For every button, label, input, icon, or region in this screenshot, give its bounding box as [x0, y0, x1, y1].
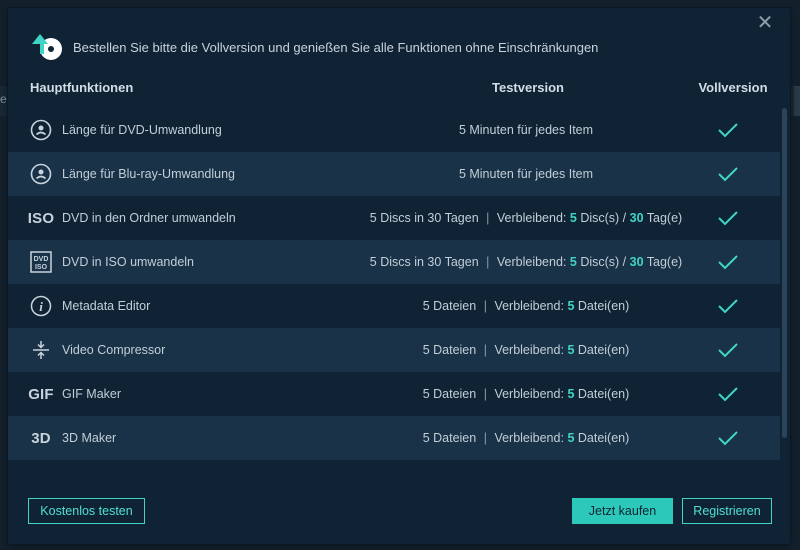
buy-now-button[interactable]: Jetzt kaufen: [572, 498, 673, 524]
disc-person-icon: [28, 117, 54, 143]
table-row: Länge für Blu-ray-Umwandlung 5 Minuten f…: [8, 152, 780, 196]
feature-name: DVD in ISO umwandeln: [62, 255, 195, 269]
close-icon[interactable]: ✕: [754, 12, 776, 34]
table-row: GIF GIF Maker 5 Dateien | Verbleibend: 5…: [8, 372, 780, 416]
separator: |: [483, 343, 487, 357]
remaining-days: 30: [629, 255, 644, 269]
disc-person-icon: [28, 161, 54, 187]
remaining-unit: Datei(en): [577, 431, 630, 445]
register-button[interactable]: Registrieren: [682, 498, 772, 524]
feature-name: Metadata Editor: [62, 299, 151, 313]
remaining-unit: Disc(s) /: [580, 211, 627, 225]
trial-text: 5 Minuten für jedes Item: [458, 167, 594, 181]
remaining-label: Verbleibend:: [494, 387, 564, 401]
svg-text:ISO: ISO: [35, 264, 48, 271]
separator: |: [486, 211, 490, 225]
trial-text: 5 Dateien: [422, 343, 477, 357]
check-icon: [718, 343, 738, 358]
feature-name: GIF Maker: [62, 387, 122, 401]
table-row: i Metadata Editor 5 Dateien | Verbleiben…: [8, 284, 780, 328]
background-label: e: [0, 92, 7, 106]
remaining-unit: Datei(en): [577, 343, 630, 357]
trial-text: 5 Dateien: [422, 387, 477, 401]
remaining-label: Verbleibend:: [496, 255, 567, 269]
dvd-iso-icon: DVD ISO: [28, 249, 54, 275]
days-unit: Tag(e): [646, 255, 683, 269]
trial-text: 5 Minuten für jedes Item: [458, 123, 594, 137]
trial-limit: 5 Dateien | Verbleibend: 5 Datei(en): [326, 387, 726, 401]
compress-icon: [28, 337, 54, 363]
background-scrollbar: [794, 86, 800, 116]
trial-text: 5 Dateien: [422, 431, 477, 445]
separator: |: [483, 431, 487, 445]
trial-limit: 5 Dateien | Verbleibend: 5 Datei(en): [326, 343, 726, 357]
remaining-label: Verbleibend:: [494, 343, 564, 357]
feature-name: DVD in den Ordner umwandeln: [62, 211, 236, 225]
trial-text: 5 Dateien: [422, 299, 477, 313]
feature-name: Länge für Blu-ray-Umwandlung: [62, 167, 236, 181]
check-icon: [718, 255, 738, 270]
column-header-full: Vollversion: [698, 80, 768, 95]
separator: |: [483, 387, 487, 401]
table-row: ISO DVD in den Ordner umwandeln 5 Discs …: [8, 196, 780, 240]
feature-name: Video Compressor: [62, 343, 166, 357]
column-header-trial: Testversion: [491, 80, 564, 95]
trial-text: 5 Discs in 30 Tagen: [369, 211, 479, 225]
days-unit: Tag(e): [646, 211, 683, 225]
svg-text:i: i: [39, 299, 43, 314]
trial-text: 5 Discs in 30 Tagen: [369, 255, 479, 269]
upgrade-logo-icon: [32, 34, 62, 60]
trial-limit: 5 Discs in 30 Tagen | Verbleibend: 5 Dis…: [326, 211, 726, 225]
column-header-feature: Hauptfunktionen: [30, 80, 134, 95]
feature-name: Länge für DVD-Umwandlung: [62, 123, 222, 137]
remaining-unit: Disc(s) /: [580, 255, 627, 269]
check-icon: [718, 299, 738, 314]
trial-limit: 5 Minuten für jedes Item: [326, 123, 726, 137]
separator: |: [486, 255, 490, 269]
remaining-label: Verbleibend:: [494, 431, 564, 445]
info-icon: i: [28, 293, 54, 319]
remaining-count: 5: [567, 343, 575, 357]
iso-text-icon: ISO: [27, 209, 55, 227]
remaining-count: 5: [569, 255, 577, 269]
gif-text-icon: GIF: [28, 385, 54, 403]
remaining-count: 5: [569, 211, 577, 225]
remaining-days: 30: [629, 211, 644, 225]
remaining-unit: Datei(en): [577, 299, 630, 313]
table-scrollbar[interactable]: [782, 108, 787, 438]
trial-limit: 5 Minuten für jedes Item: [326, 167, 726, 181]
check-icon: [718, 387, 738, 402]
feature-table: Länge für DVD-Umwandlung 5 Minuten für j…: [8, 108, 780, 460]
separator: |: [483, 299, 487, 313]
remaining-count: 5: [567, 299, 575, 313]
remaining-unit: Datei(en): [577, 387, 630, 401]
svg-text:DVD: DVD: [34, 256, 49, 263]
feature-name: 3D Maker: [62, 431, 117, 445]
check-icon: [718, 123, 738, 138]
free-trial-button[interactable]: Kostenlos testen: [28, 498, 145, 524]
trial-limit: 5 Discs in 30 Tagen | Verbleibend: 5 Dis…: [326, 255, 726, 269]
table-row: Länge für DVD-Umwandlung 5 Minuten für j…: [8, 108, 780, 152]
table-row: DVD ISO DVD in ISO umwandeln 5 Discs in 3…: [8, 240, 780, 284]
dialog-title: Bestellen Sie bitte die Vollversion und …: [73, 40, 599, 55]
remaining-count: 5: [567, 431, 575, 445]
trial-limit: 5 Dateien | Verbleibend: 5 Datei(en): [326, 299, 726, 313]
check-icon: [718, 431, 738, 446]
table-row: 3D 3D Maker 5 Dateien | Verbleibend: 5 D…: [8, 416, 780, 460]
check-icon: [718, 167, 738, 182]
remaining-count: 5: [567, 387, 575, 401]
remaining-label: Verbleibend:: [496, 211, 567, 225]
check-icon: [718, 211, 738, 226]
3d-text-icon: 3D: [31, 429, 51, 447]
trial-limit: 5 Dateien | Verbleibend: 5 Datei(en): [326, 431, 726, 445]
table-row: Video Compressor 5 Dateien | Verbleibend…: [8, 328, 780, 372]
upgrade-dialog: ✕ Bestellen Sie bitte die Vollversion un…: [8, 8, 790, 544]
remaining-label: Verbleibend:: [494, 299, 564, 313]
